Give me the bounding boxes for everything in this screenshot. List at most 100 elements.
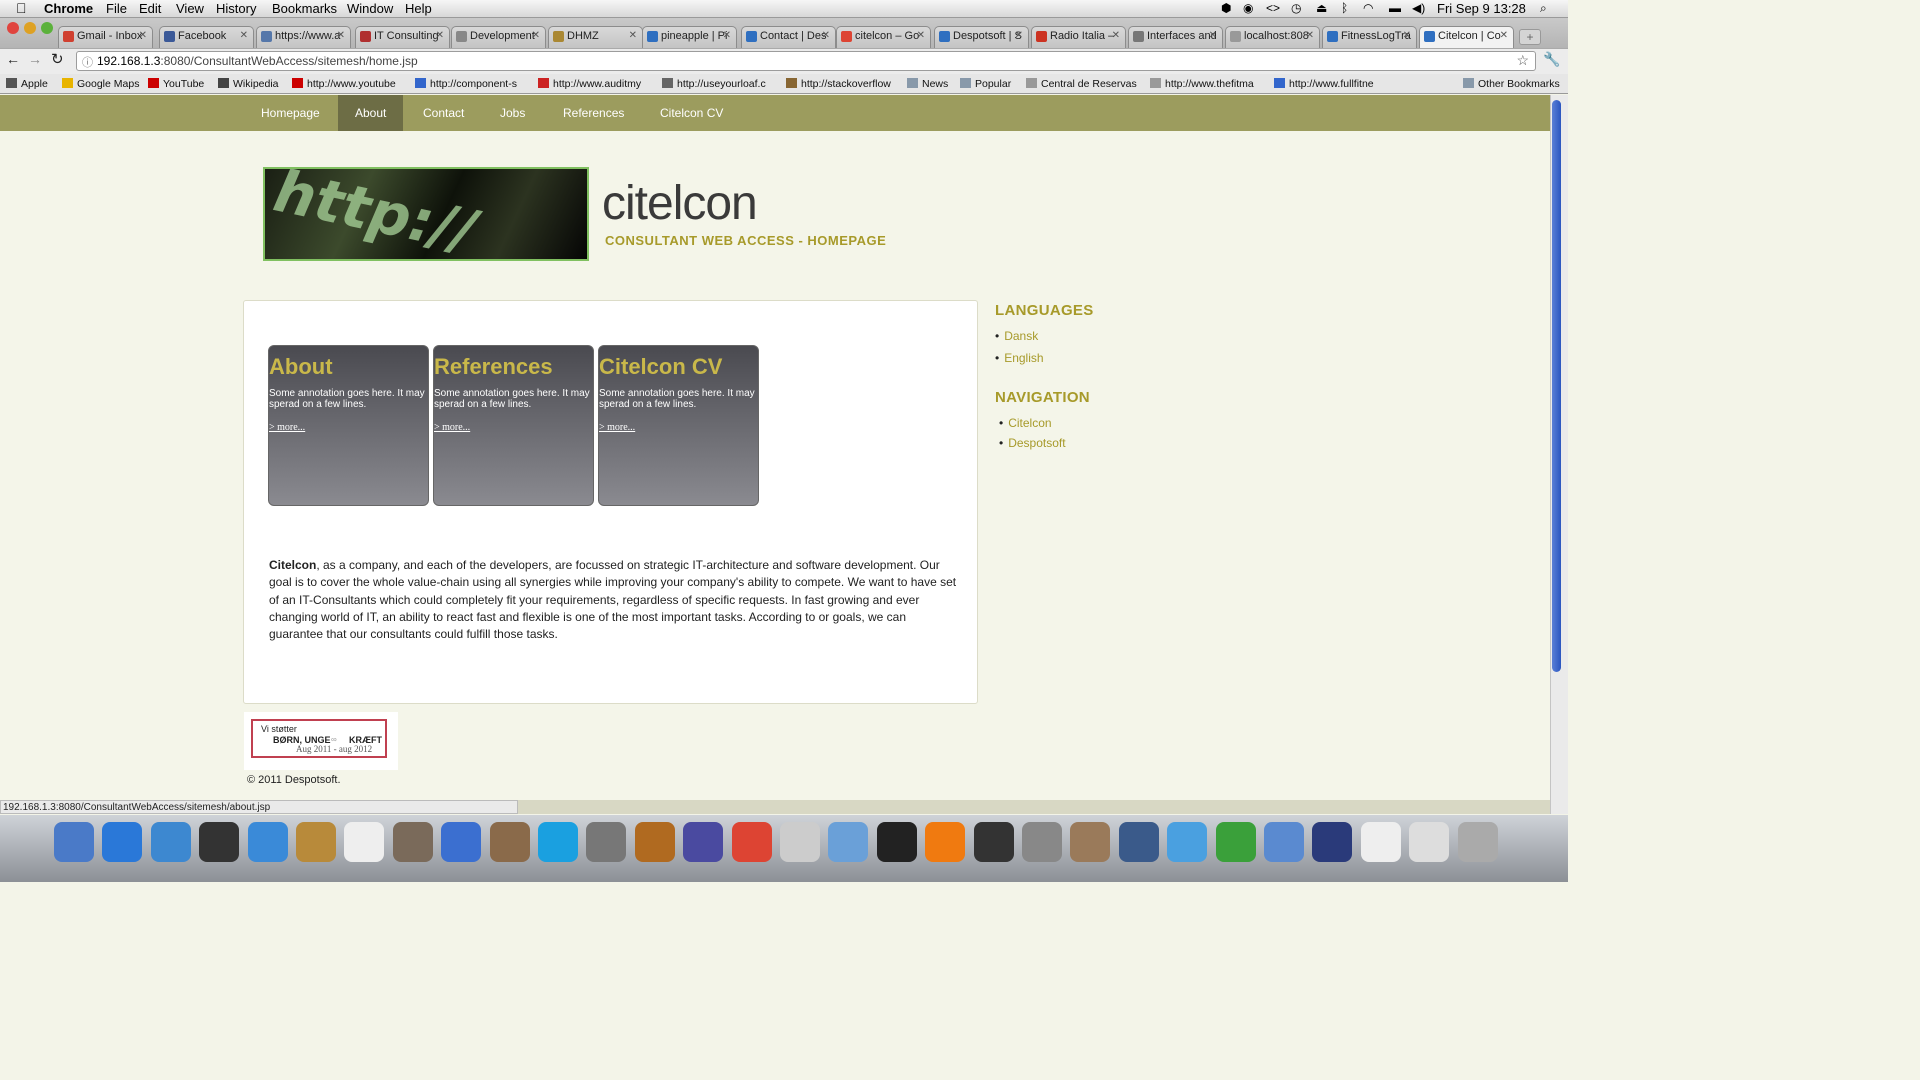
browser-tab[interactable]: Citelcon | Co ✕ — [1419, 26, 1514, 48]
instruments-icon[interactable] — [1312, 822, 1353, 862]
browser-tab[interactable]: citelcon – Go ✕ — [836, 26, 931, 48]
mail-bird-icon[interactable] — [150, 822, 191, 862]
terminal-icon[interactable] — [876, 822, 917, 862]
finder-icon[interactable] — [54, 822, 94, 862]
tab-close-icon[interactable]: ✕ — [723, 30, 731, 41]
eject-icon[interactable]: ⏏ — [1316, 1, 1327, 15]
menu-view[interactable]: View — [176, 1, 204, 16]
safari-icon[interactable] — [247, 822, 288, 862]
bookmark-item[interactable]: Apple — [6, 78, 48, 90]
bookmark-item[interactable]: http://stackoverflow — [786, 78, 891, 90]
bookmark-item[interactable]: Other Bookmarks — [1463, 78, 1560, 90]
minimize-window-button[interactable] — [24, 22, 36, 34]
preview-icon[interactable] — [392, 822, 433, 862]
browser-tab[interactable]: https://www.a ✕ — [256, 26, 351, 48]
bookmark-item[interactable]: News — [907, 78, 948, 90]
browser-tab[interactable]: Radio Italia – ✕ — [1031, 26, 1126, 48]
nav-homepage[interactable]: Homepage — [244, 95, 337, 131]
menu-window[interactable]: Window — [347, 1, 393, 16]
navigation-link-citelcon[interactable]: Citelcon — [999, 416, 1051, 430]
wifi-icon[interactable]: ◠ — [1363, 1, 1373, 15]
apple-menu-icon[interactable]:  — [16, 0, 27, 16]
card-more-link[interactable]: > more... — [599, 422, 758, 433]
card-more-link[interactable]: > more... — [434, 422, 593, 433]
itunes-icon[interactable] — [441, 822, 482, 862]
nav-contact[interactable]: Contact — [406, 95, 481, 131]
menu-help[interactable]: Help — [405, 1, 432, 16]
iphone-simulator-icon[interactable] — [1264, 822, 1304, 862]
tab-close-icon[interactable]: ✕ — [1403, 30, 1411, 41]
bookmark-item[interactable]: http://www.youtube — [292, 78, 396, 90]
code-icon[interactable]: <> — [1266, 1, 1280, 15]
dropbox-icon[interactable]: ⬢ — [1221, 1, 1231, 15]
status-icon[interactable]: ◉ — [1243, 1, 1253, 15]
card-more-link[interactable]: > more... — [269, 422, 428, 433]
volume-icon[interactable]: ◀) — [1412, 1, 1425, 15]
utilities-icon[interactable] — [780, 822, 820, 862]
tab-close-icon[interactable]: ✕ — [1015, 30, 1023, 41]
iphoto-icon[interactable] — [489, 822, 530, 862]
bookmark-item[interactable]: http://useyourloaf.c — [662, 78, 766, 90]
navigation-link-despotsoft[interactable]: Despotsoft — [999, 436, 1065, 450]
downloads-icon[interactable] — [1070, 822, 1111, 862]
bookmark-star-icon[interactable]: ☆ — [1516, 52, 1529, 69]
dropbox-icon[interactable] — [1167, 822, 1208, 862]
nav-citelcon-cv[interactable]: Citelcon CV — [643, 95, 740, 131]
menu-bookmarks[interactable]: Bookmarks — [272, 1, 337, 16]
nav-jobs[interactable]: Jobs — [483, 95, 542, 131]
browser-tab[interactable]: pineapple | Pi ✕ — [642, 26, 737, 48]
zoom-window-button[interactable] — [41, 22, 53, 34]
bookmark-item[interactable]: Wikipedia — [218, 78, 279, 90]
browser-tab[interactable]: localhost:808 ✕ — [1225, 26, 1320, 48]
language-link-english[interactable]: English — [995, 351, 1043, 365]
bookmark-item[interactable]: Central de Reservas — [1026, 78, 1137, 90]
browser-tab[interactable]: Contact | Des ✕ — [741, 26, 836, 48]
pdf-document-icon[interactable] — [1409, 822, 1450, 862]
coffee-icon[interactable] — [1360, 822, 1401, 862]
time-machine-icon[interactable]: ◷ — [1291, 1, 1301, 15]
page-info-icon[interactable]: ⓘ — [82, 54, 93, 70]
tab-close-icon[interactable]: ✕ — [629, 30, 637, 41]
browser-tab[interactable]: Development ✕ — [451, 26, 546, 48]
menu-file[interactable]: File — [106, 1, 127, 16]
activity-monitor-icon[interactable] — [973, 822, 1014, 862]
tab-close-icon[interactable]: ✕ — [532, 30, 540, 41]
dashboard-icon[interactable] — [199, 822, 240, 862]
tab-close-icon[interactable]: ✕ — [1209, 30, 1217, 41]
language-link-dansk[interactable]: Dansk — [995, 329, 1038, 343]
vlc-icon[interactable] — [925, 822, 966, 862]
tab-close-icon[interactable]: ✕ — [822, 30, 830, 41]
browser-tab[interactable]: FitnessLogTra ✕ — [1322, 26, 1417, 48]
flag-icon[interactable]: ▬ — [1389, 1, 1401, 15]
chrome-icon[interactable] — [731, 822, 772, 862]
tab-close-icon[interactable]: ✕ — [917, 30, 925, 41]
wrench-icon[interactable]: 🔧 — [1543, 51, 1560, 68]
browser-tab[interactable]: Interfaces and ✕ — [1128, 26, 1223, 48]
reload-icon[interactable]: ↻ — [51, 50, 64, 68]
bookmark-item[interactable]: Google Maps — [62, 78, 139, 90]
bookmark-item[interactable]: http://www.fullfitne — [1274, 78, 1374, 90]
garageband-icon[interactable] — [634, 822, 675, 862]
tab-close-icon[interactable]: ✕ — [1306, 30, 1314, 41]
menubar-clock[interactable]: Fri Sep 9 13:28 — [1437, 1, 1526, 16]
tab-close-icon[interactable]: ✕ — [1500, 30, 1508, 41]
browser-tab[interactable]: IT Consulting ✕ — [355, 26, 450, 48]
bookmark-item[interactable]: http://component-s — [415, 78, 517, 90]
tab-close-icon[interactable]: ✕ — [337, 30, 345, 41]
spotlight-icon[interactable]: ⌕ — [1540, 1, 1547, 16]
support-badge[interactable]: Vi støtter BØRN, UNGE ∞ KRÆFT Aug 2011 -… — [244, 712, 398, 770]
new-tab-button[interactable]: + — [1519, 29, 1541, 45]
forward-arrow-icon[interactable]: → — [28, 51, 42, 67]
menu-edit[interactable]: Edit — [139, 1, 161, 16]
browser-tab[interactable]: Despotsoft | S ✕ — [934, 26, 1029, 48]
browser-tab[interactable]: Facebook ✕ — [159, 26, 254, 48]
bookmark-item[interactable]: http://www.thefitma — [1150, 78, 1254, 90]
ical-icon[interactable] — [344, 822, 385, 862]
bookmark-item[interactable]: Popular — [960, 78, 1011, 90]
app-menu[interactable]: Chrome — [44, 1, 93, 16]
menu-history[interactable]: History — [216, 1, 256, 16]
close-window-button[interactable] — [7, 22, 19, 34]
system-preferences-icon[interactable] — [1022, 822, 1062, 862]
back-arrow-icon[interactable]: ← — [6, 51, 20, 67]
adium-icon[interactable] — [1215, 822, 1256, 862]
